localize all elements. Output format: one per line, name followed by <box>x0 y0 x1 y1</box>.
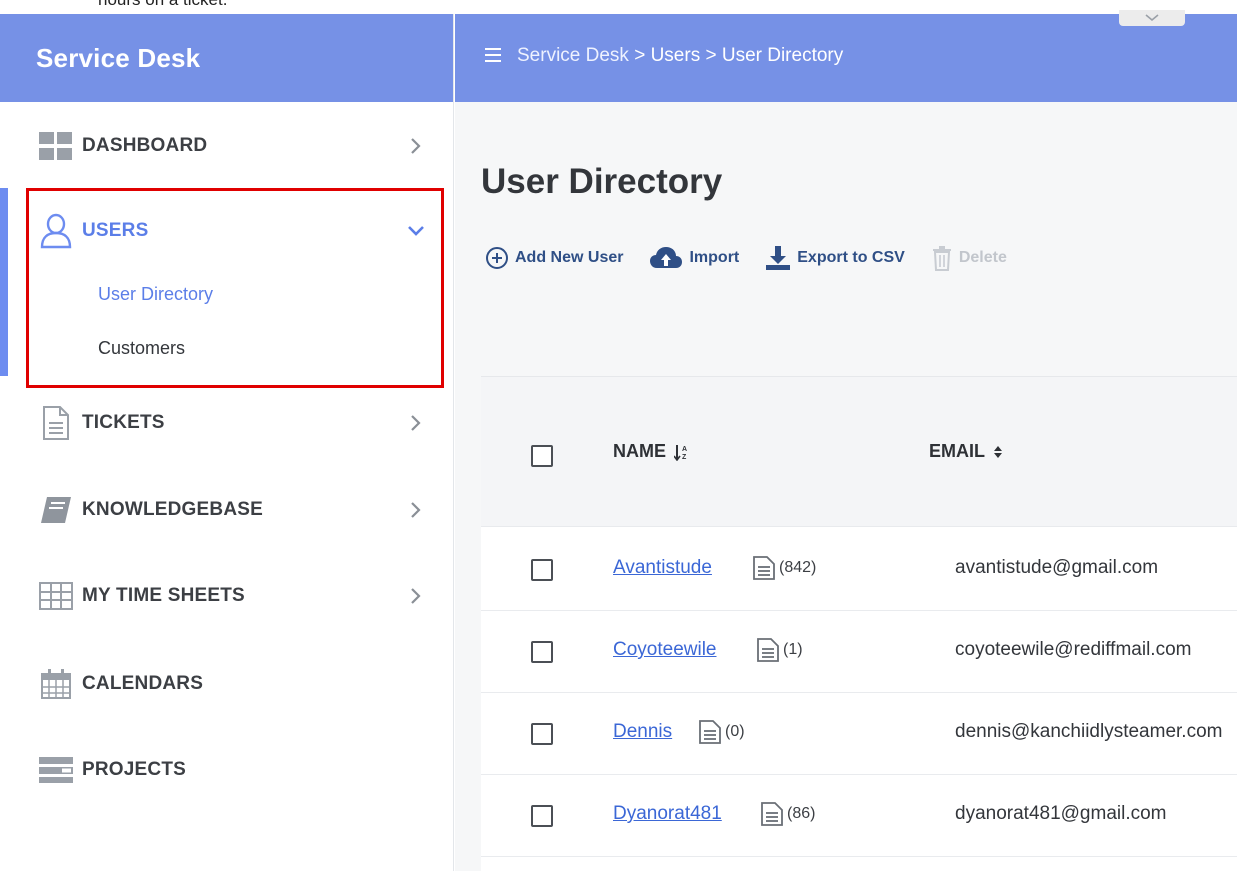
sidebar-item-users[interactable]: USERS <box>0 210 454 252</box>
sidebar-brand-bar: Service Desk <box>0 14 453 102</box>
column-header-label: EMAIL <box>929 441 985 461</box>
sidebar-item-label: KNOWLEDGEBASE <box>82 499 263 520</box>
svg-text:Z: Z <box>682 454 687 461</box>
user-email: dyanorat481@gmail.com <box>955 803 1167 824</box>
hamburger-menu-icon[interactable] <box>485 48 501 62</box>
brand-title: Service Desk <box>36 42 201 73</box>
sidebar-item-calendars[interactable]: CALENDARS <box>0 662 454 706</box>
page-title: User Directory <box>481 162 723 201</box>
table-grid-icon <box>36 576 76 616</box>
table-row: Dyanorat481 (86) dyanorat481@gmail.com <box>481 775 1237 857</box>
chevron-down-icon <box>1145 14 1159 22</box>
chevron-right-icon <box>406 136 426 156</box>
tickets-document-icon[interactable] <box>761 802 783 826</box>
chevron-down-icon <box>406 221 426 241</box>
import-label: Import <box>689 249 740 266</box>
trash-icon <box>931 245 953 271</box>
sort-icon <box>993 445 1003 459</box>
export-to-csv-label: Export to CSV <box>797 249 905 266</box>
breadcrumb-path[interactable]: > Users > User Directory <box>629 45 843 66</box>
user-name-link[interactable]: Dyanorat481 <box>613 803 722 825</box>
breadcrumb-root[interactable]: Service Desk <box>517 45 629 66</box>
sidebar-item-projects[interactable]: PROJECTS <box>0 748 454 792</box>
user-email: dennis@kanchiidlysteamer.com <box>955 721 1223 742</box>
user-name-link[interactable]: Dennis <box>613 721 672 743</box>
sidebar-item-label: PROJECTS <box>82 759 187 780</box>
sidebar-item-label: TICKETS <box>82 412 165 433</box>
book-icon <box>36 490 76 530</box>
row-checkbox[interactable] <box>531 723 553 745</box>
server-stack-icon <box>36 750 76 790</box>
user-name-link[interactable]: Avantistude <box>613 557 712 579</box>
sidebar-item-label: USERS <box>82 220 149 241</box>
ticket-count: (842) <box>779 559 817 576</box>
sidebar-item-knowledgebase[interactable]: KNOWLEDGEBASE <box>0 488 454 532</box>
sidebar-item-label: CALENDARS <box>82 673 204 694</box>
sidebar-subitem-user-directory[interactable]: User Directory <box>98 284 213 305</box>
main-content: Service Desk > Users > User Directory Us… <box>455 10 1237 871</box>
table-header: NAME A Z EMAIL <box>481 377 1237 527</box>
tickets-document-icon[interactable] <box>699 720 721 744</box>
tickets-document-icon[interactable] <box>753 556 775 580</box>
tickets-document-icon[interactable] <box>757 638 779 662</box>
sidebar-item-label: DASHBOARD <box>82 135 208 156</box>
add-new-user-label: Add New User <box>515 249 624 266</box>
delete-label: Delete <box>958 249 1007 266</box>
sort-alpha-icon: A Z <box>674 443 690 461</box>
column-header-email[interactable]: EMAIL <box>929 441 1003 462</box>
page-caption-fragment: hours on a ticket. <box>98 0 227 10</box>
cloud-upload-icon <box>649 246 683 270</box>
chevron-right-icon <box>406 500 426 520</box>
column-header-label: NAME <box>613 441 666 461</box>
plus-circle-icon <box>485 246 509 270</box>
chevron-right-icon <box>406 586 426 606</box>
svg-text:A: A <box>682 446 687 453</box>
add-new-user-button[interactable]: Add New User <box>485 246 623 270</box>
sidebar-item-label: MY TIME SHEETS <box>82 585 245 606</box>
delete-button[interactable]: Delete <box>931 245 1007 271</box>
ticket-count: (0) <box>725 723 745 740</box>
user-email: avantistude@gmail.com <box>955 557 1159 578</box>
table-row: Coyoteewile (1) coyoteewile@rediffmail.c… <box>481 611 1237 693</box>
export-to-csv-button[interactable]: Export to CSV <box>765 245 905 271</box>
column-header-name[interactable]: NAME A Z <box>613 441 690 462</box>
sidebar: Service Desk DASHBOARD USERS User Direct… <box>0 14 454 871</box>
calendar-icon <box>36 664 76 704</box>
collapse-tab[interactable] <box>1119 10 1185 26</box>
user-outline-icon <box>36 211 76 251</box>
document-icon <box>36 403 76 443</box>
user-email: coyoteewile@rediffmail.com <box>955 639 1192 660</box>
user-name-link[interactable]: Coyoteewile <box>613 639 717 661</box>
grid-icon <box>36 126 76 166</box>
ticket-count: (1) <box>783 641 803 658</box>
ticket-count: (86) <box>787 805 816 822</box>
import-button[interactable]: Import <box>649 246 739 270</box>
select-all-checkbox[interactable] <box>531 445 553 467</box>
toolbar: Add New User Import Export to CSV Delete <box>485 242 1033 274</box>
row-checkbox[interactable] <box>531 641 553 663</box>
sidebar-item-tickets[interactable]: TICKETS <box>0 400 454 446</box>
chevron-right-icon <box>406 413 426 433</box>
sidebar-item-my-time-sheets[interactable]: MY TIME SHEETS <box>0 574 454 618</box>
download-icon <box>765 245 791 271</box>
sidebar-subitem-customers[interactable]: Customers <box>98 338 185 359</box>
table-row: Dennis (0) dennis@kanchiidlysteamer.com <box>481 693 1237 775</box>
sidebar-item-dashboard[interactable]: DASHBOARD <box>0 120 454 172</box>
table-row: Avantistude (842) avantistude@gmail.com <box>481 529 1237 611</box>
breadcrumb: Service Desk > Users > User Directory <box>517 45 843 67</box>
top-bar: Service Desk > Users > User Directory <box>455 10 1237 102</box>
user-table: NAME A Z EMAIL Avantistude (842) avantis… <box>481 376 1237 871</box>
row-checkbox[interactable] <box>531 805 553 827</box>
row-checkbox[interactable] <box>531 559 553 581</box>
